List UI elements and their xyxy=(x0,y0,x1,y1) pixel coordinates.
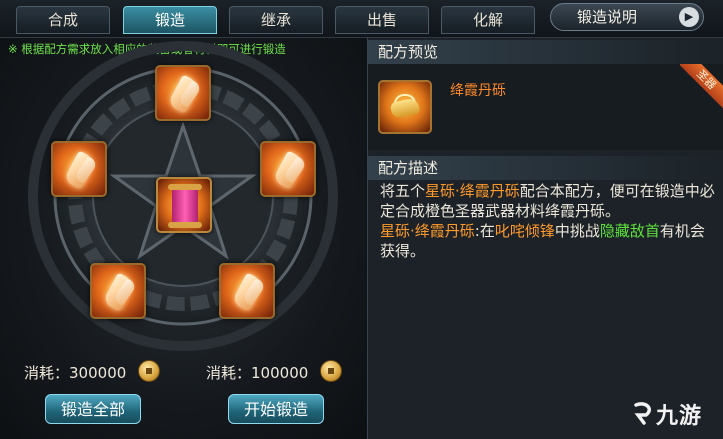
material-slot-1[interactable] xyxy=(155,65,211,121)
recipe-item-name: 绛霞丹砾 xyxy=(450,83,506,99)
desc-text: :在 xyxy=(474,222,495,240)
tab-bar: 合成 锻造 继承 出售 化解 锻造说明 ▶ xyxy=(0,0,723,38)
start-forge-button[interactable]: 开始锻造 xyxy=(228,394,324,424)
cost-right-value: 100000 xyxy=(251,364,309,382)
tab-forge[interactable]: 锻造 xyxy=(123,6,217,34)
tab-inherit[interactable]: 继承 xyxy=(229,6,323,34)
desc-paragraph-1: 将五个星砾·绛霞丹砾配合本配方，便可在锻造中必定合成橙色圣器武器材料绛霞丹砾。 xyxy=(380,181,715,221)
desc-material-highlight: 星砾·绛霞丹砾 xyxy=(380,222,475,240)
watermark-logo: 九游 xyxy=(632,398,702,430)
material-slot-3[interactable] xyxy=(260,141,316,197)
tab-synthesize[interactable]: 合成 xyxy=(16,6,110,34)
cost-right: 消耗：100000 xyxy=(206,362,308,383)
tab-sell[interactable]: 出售 xyxy=(335,6,429,34)
cost-left: 消耗：300000 xyxy=(24,362,126,383)
forge-help-button[interactable]: 锻造说明 ▶ xyxy=(550,3,704,31)
recipe-description: 将五个星砾·绛霞丹砾配合本配方，便可在锻造中必定合成橙色圣器武器材料绛霞丹砾。 … xyxy=(380,181,715,261)
desc-text: 中挑战 xyxy=(554,222,600,240)
watermark-text: 九游 xyxy=(656,404,703,429)
desc-material-highlight: 星砾·绛霞丹砾 xyxy=(425,182,520,200)
tab-dissolve[interactable]: 化解 xyxy=(441,6,535,34)
badge-label: 圣器 xyxy=(680,64,723,108)
coin-icon xyxy=(138,360,160,382)
forge-panel: ※ 根据配方需求放入相应的装备或者材料即可进行锻造 消耗：300000 消耗：1… xyxy=(0,38,366,439)
recipe-preview-title: 配方预览 xyxy=(368,40,723,64)
coin-icon xyxy=(320,360,342,382)
desc-boss-highlight: 隐藏敌首 xyxy=(599,222,660,240)
recipe-panel: 配方预览 绛霞丹砾 圣器 配方描述 将五个星砾·绛霞丹砾配合本配方，便可在锻造中… xyxy=(367,38,723,439)
desc-location-highlight: 叱咤倾锋 xyxy=(494,222,555,240)
forge-all-button[interactable]: 锻造全部 xyxy=(45,394,141,424)
cost-left-value: 300000 xyxy=(69,364,127,382)
holy-artifact-badge: 圣器 xyxy=(680,64,723,108)
desc-paragraph-2: 星砾·绛霞丹砾:在叱咤倾锋中挑战隐藏敌首有机会获得。 xyxy=(380,221,715,261)
forge-help-label: 锻造说明 xyxy=(577,8,638,26)
material-slot-4[interactable] xyxy=(90,263,146,319)
play-arrow-icon: ▶ xyxy=(679,7,699,27)
desc-text: 将五个 xyxy=(380,182,426,200)
watermark-glyph-icon xyxy=(634,402,651,425)
recipe-item-icon[interactable] xyxy=(378,80,432,134)
recipe-preview-row: 绛霞丹砾 圣器 xyxy=(368,64,723,150)
cost-right-label: 消耗： xyxy=(206,364,252,382)
material-slot-5[interactable] xyxy=(219,263,275,319)
material-slot-2[interactable] xyxy=(51,141,107,197)
scroll-icon xyxy=(168,184,202,228)
recipe-center-slot[interactable] xyxy=(156,177,212,233)
cost-left-label: 消耗： xyxy=(24,364,70,382)
recipe-desc-title: 配方描述 xyxy=(368,156,723,180)
